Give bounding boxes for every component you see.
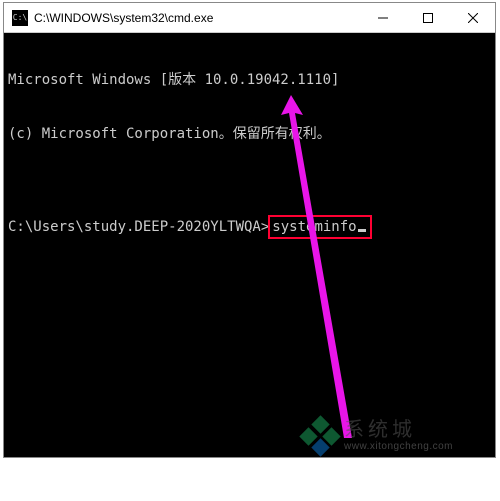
terminal-line-copyright: (c) Microsoft Corporation。保留所有权利。 bbox=[8, 125, 491, 143]
watermark: 系统城 www.xitongcheng.com bbox=[302, 418, 453, 454]
window-title: C:\WINDOWS\system32\cmd.exe bbox=[34, 11, 360, 25]
close-button[interactable] bbox=[450, 3, 495, 32]
terminal-prompt-line: C:\Users\study.DEEP-2020YLTWQA> systemin… bbox=[8, 215, 491, 239]
terminal-cursor bbox=[358, 229, 366, 232]
terminal-command: systeminfo bbox=[272, 218, 356, 236]
cmd-icon: C:\ bbox=[12, 10, 28, 26]
terminal-line-version: Microsoft Windows [版本 10.0.19042.1110] bbox=[8, 71, 491, 89]
watermark-url: www.xitongcheng.com bbox=[344, 442, 453, 452]
annotation-arrow bbox=[4, 33, 495, 457]
cmd-window: C:\ C:\WINDOWS\system32\cmd.exe Microsof… bbox=[3, 2, 496, 458]
minimize-button[interactable] bbox=[360, 3, 405, 32]
terminal-area[interactable]: Microsoft Windows [版本 10.0.19042.1110] (… bbox=[4, 33, 495, 457]
watermark-cn: 系统城 bbox=[344, 420, 453, 440]
watermark-text: 系统城 www.xitongcheng.com bbox=[344, 420, 453, 452]
window-controls bbox=[360, 3, 495, 32]
terminal-prompt: C:\Users\study.DEEP-2020YLTWQA> bbox=[8, 218, 269, 236]
titlebar[interactable]: C:\ C:\WINDOWS\system32\cmd.exe bbox=[4, 3, 495, 33]
watermark-logo-icon bbox=[302, 418, 338, 454]
maximize-button[interactable] bbox=[405, 3, 450, 32]
command-highlight-box: systeminfo bbox=[268, 215, 371, 239]
